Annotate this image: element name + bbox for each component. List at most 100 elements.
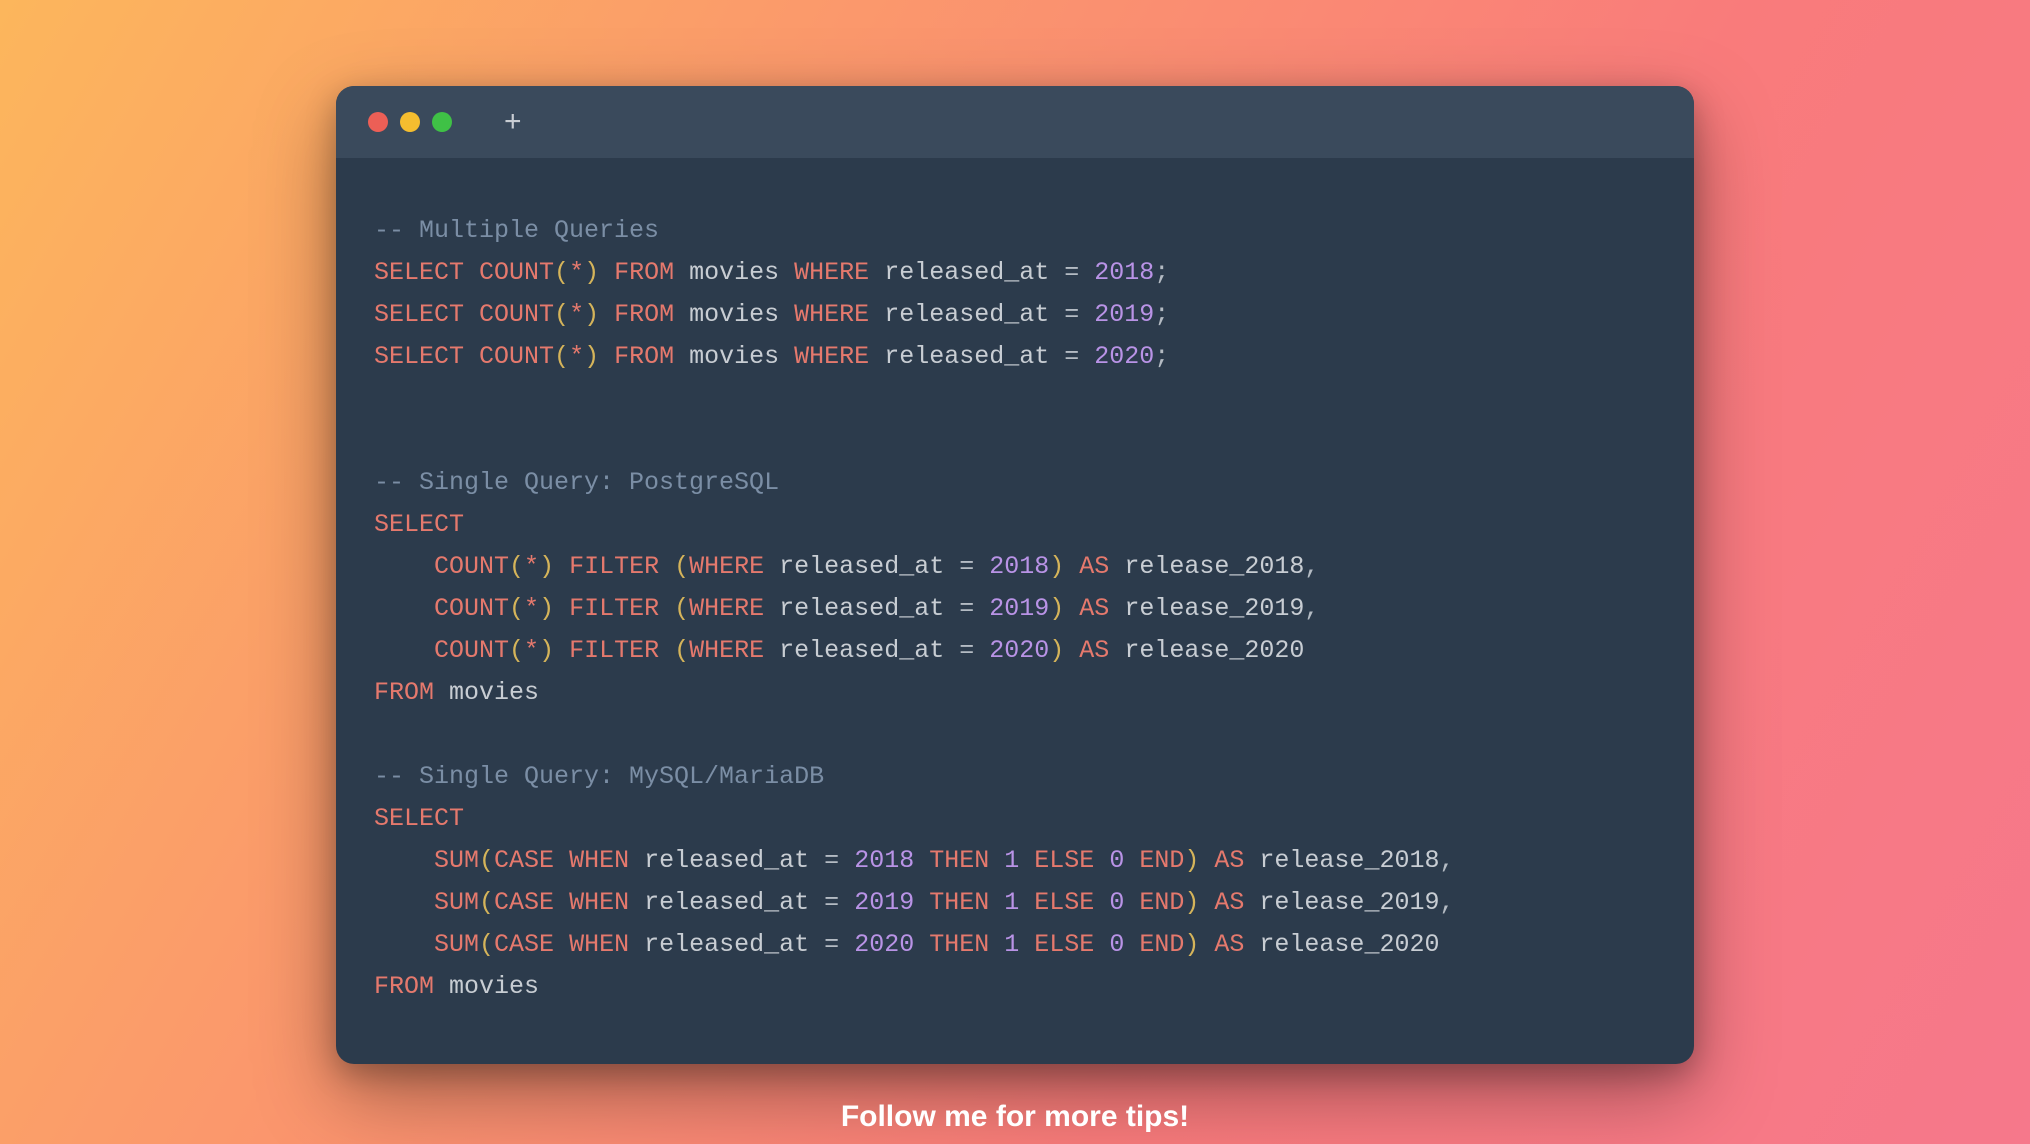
tok-year: 2020: [854, 930, 914, 959]
tok-year: 2019: [1094, 300, 1154, 329]
tok-select: SELECT: [374, 300, 464, 329]
tok-alias: release_2018: [1124, 552, 1304, 581]
tok-count: COUNT: [434, 594, 509, 623]
tok-num: 1: [1004, 930, 1019, 959]
tok-lparen: (: [509, 636, 524, 665]
tok-star: *: [569, 258, 584, 287]
close-dot[interactable]: [368, 112, 388, 132]
tok-rparen: ): [539, 636, 554, 665]
tok-lparen: (: [479, 888, 494, 917]
indent: [374, 930, 434, 959]
tok-end: END: [1139, 888, 1184, 917]
tok-col: released_at: [779, 552, 944, 581]
zoom-dot[interactable]: [432, 112, 452, 132]
minimize-dot[interactable]: [400, 112, 420, 132]
tok-eq: =: [959, 636, 974, 665]
tok-alias: release_2019: [1259, 888, 1439, 917]
tok-comma: ,: [1439, 846, 1454, 875]
code-editor[interactable]: -- Multiple Queries SELECT COUNT(*) FROM…: [336, 158, 1694, 1064]
tok-when: WHEN: [569, 888, 629, 917]
tok-where: WHERE: [689, 552, 764, 581]
tok-filter: FILTER: [569, 552, 659, 581]
tok-semi: ;: [1154, 258, 1169, 287]
tok-rparen: ): [1049, 636, 1064, 665]
tok-filter: FILTER: [569, 636, 659, 665]
tok-semi: ;: [1154, 342, 1169, 371]
caption-text: Follow me for more tips!: [841, 1100, 1189, 1134]
tok-else: ELSE: [1034, 846, 1094, 875]
tok-lparen: (: [509, 594, 524, 623]
tok-col: released_at: [644, 888, 809, 917]
tok-select: SELECT: [374, 804, 464, 833]
tok-as: AS: [1079, 552, 1109, 581]
tok-count: COUNT: [479, 258, 554, 287]
tok-as: AS: [1214, 888, 1244, 917]
tok-case: CASE: [494, 846, 554, 875]
indent: [374, 594, 434, 623]
tok-col: released_at: [644, 846, 809, 875]
tok-then: THEN: [929, 846, 989, 875]
tok-year: 2020: [1094, 342, 1154, 371]
tok-rparen: ): [1049, 594, 1064, 623]
tok-count: COUNT: [434, 552, 509, 581]
editor-window: + -- Multiple Queries SELECT COUNT(*) FR…: [336, 86, 1694, 1064]
tok-end: END: [1139, 846, 1184, 875]
tok-table: movies: [449, 972, 539, 1001]
tok-col: released_at: [884, 300, 1049, 329]
tok-alias: release_2019: [1124, 594, 1304, 623]
tok-lparen: (: [674, 552, 689, 581]
tok-num: 1: [1004, 846, 1019, 875]
tok-rparen: ): [1049, 552, 1064, 581]
tok-col: released_at: [779, 636, 944, 665]
tok-as: AS: [1079, 636, 1109, 665]
tok-eq: =: [824, 888, 839, 917]
indent: [374, 888, 434, 917]
tok-from: FROM: [374, 678, 434, 707]
new-tab-button[interactable]: +: [504, 107, 522, 137]
tok-alias: release_2020: [1259, 930, 1439, 959]
tok-then: THEN: [929, 930, 989, 959]
tok-col: released_at: [884, 258, 1049, 287]
tok-count: COUNT: [479, 300, 554, 329]
tok-year: 2019: [989, 594, 1049, 623]
tok-year: 2018: [854, 846, 914, 875]
tok-lparen: (: [479, 846, 494, 875]
tok-num: 1: [1004, 888, 1019, 917]
tok-when: WHEN: [569, 846, 629, 875]
tok-year: 2018: [989, 552, 1049, 581]
tok-as: AS: [1079, 594, 1109, 623]
tok-star: *: [524, 552, 539, 581]
tok-select: SELECT: [374, 342, 464, 371]
tok-eq: =: [959, 594, 974, 623]
tok-sum: SUM: [434, 888, 479, 917]
tok-where: WHERE: [794, 300, 869, 329]
tok-end: END: [1139, 930, 1184, 959]
tok-when: WHEN: [569, 930, 629, 959]
tok-select: SELECT: [374, 510, 464, 539]
tok-rparen: ): [584, 342, 599, 371]
tok-from: FROM: [374, 972, 434, 1001]
tok-col: released_at: [644, 930, 809, 959]
tok-select: SELECT: [374, 258, 464, 287]
tok-year: 2020: [989, 636, 1049, 665]
tok-where: WHERE: [689, 636, 764, 665]
code-comment: -- Multiple Queries: [374, 216, 659, 245]
tok-alias: release_2018: [1259, 846, 1439, 875]
tok-else: ELSE: [1034, 930, 1094, 959]
tok-num: 0: [1109, 888, 1124, 917]
tok-rparen: ): [1184, 930, 1199, 959]
tok-col: released_at: [884, 342, 1049, 371]
tok-case: CASE: [494, 930, 554, 959]
indent: [374, 846, 434, 875]
indent: [374, 636, 434, 665]
tok-rparen: ): [539, 594, 554, 623]
tok-num: 0: [1109, 930, 1124, 959]
tok-comma: ,: [1304, 552, 1319, 581]
tok-from: FROM: [614, 258, 674, 287]
tok-where: WHERE: [689, 594, 764, 623]
tok-table: movies: [689, 258, 779, 287]
indent: [374, 552, 434, 581]
tok-from: FROM: [614, 300, 674, 329]
tok-eq: =: [824, 930, 839, 959]
tok-num: 0: [1109, 846, 1124, 875]
